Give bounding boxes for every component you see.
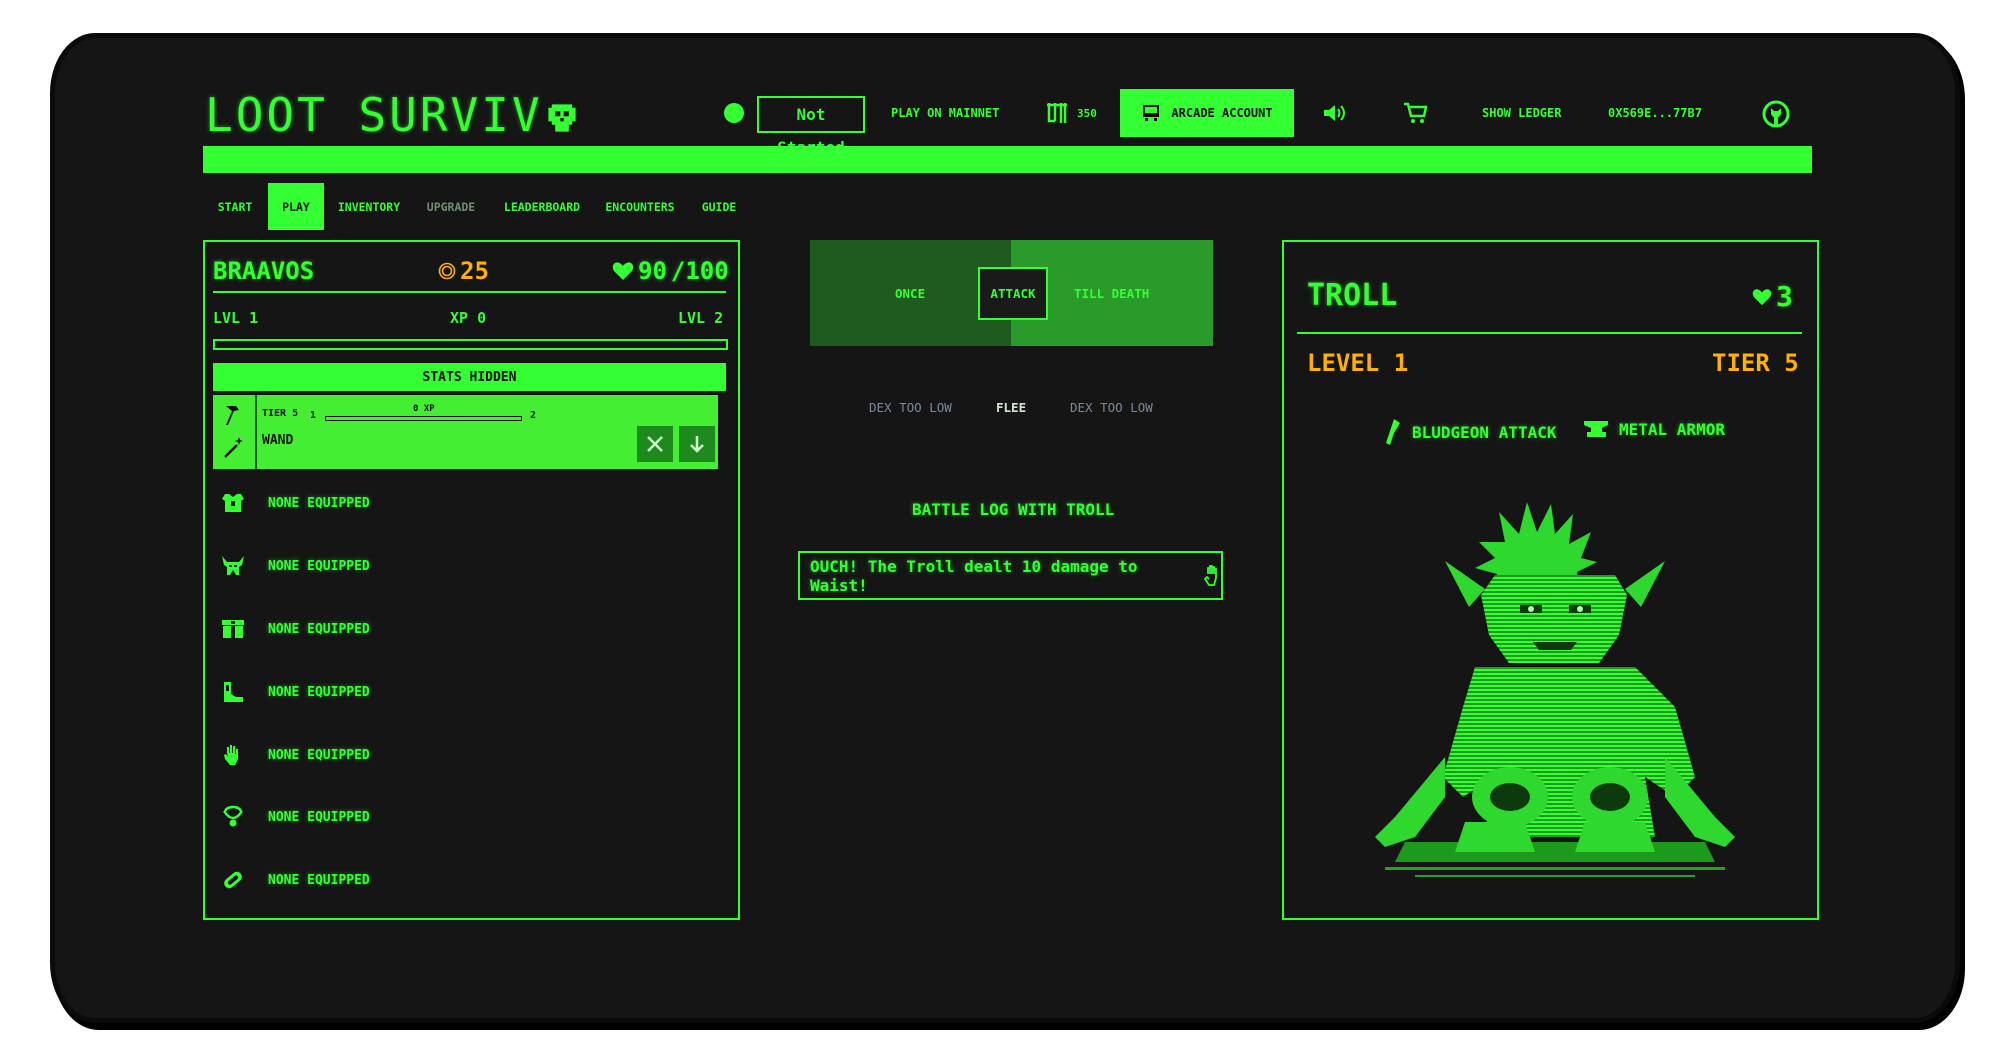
slot-waist[interactable]: NONE EQUIPPED — [220, 613, 370, 645]
play-on-mainnet-link[interactable]: PLAY ON MAINNET — [891, 106, 999, 120]
beast-armor-type: METAL ARMOR — [1583, 418, 1725, 440]
weapon-level-to: 2 — [530, 410, 537, 421]
weapon-xp: 0 XP — [413, 404, 435, 414]
github-icon[interactable] — [1761, 99, 1791, 129]
beast-attack-type: BLUDGEON ATTACK — [1380, 418, 1557, 446]
swords-icon — [647, 436, 663, 452]
tab-inventory[interactable]: INVENTORY — [330, 183, 408, 230]
divider — [1297, 332, 1802, 334]
xp-label: XP 0 — [450, 309, 487, 327]
swap-weapon-button[interactable] — [637, 426, 673, 462]
slot-chest[interactable]: NONE EQUIPPED — [220, 487, 370, 519]
tab-play[interactable]: PLAY — [268, 183, 324, 230]
beast-tier: TIER 5 — [1712, 349, 1799, 377]
cart-icon[interactable] — [1403, 101, 1429, 125]
xp-progress-bar — [213, 339, 728, 350]
game-status-badge: Not Started — [757, 96, 865, 157]
wand-icon — [222, 435, 246, 459]
weapon-card-divider — [255, 395, 257, 469]
slot-head[interactable]: NONE EQUIPPED — [220, 550, 370, 582]
attack-till-death-button[interactable]: TILL DEATH — [1074, 286, 1149, 301]
weapon-name: WAND — [262, 433, 294, 448]
beast-level: LEVEL 1 — [1307, 349, 1409, 377]
tab-encounters[interactable]: ENCOUNTERS — [598, 183, 682, 230]
status-indicator-icon — [724, 103, 744, 123]
arrow-down-icon — [690, 436, 704, 453]
adventurer-name: BRAAVOS — [213, 257, 315, 285]
beast-health: 3 — [1752, 280, 1793, 313]
divider — [213, 291, 726, 293]
skull-logo-icon — [545, 101, 579, 135]
arcade-icon — [1141, 103, 1161, 123]
battle-log-title: BATTLE LOG WITH TROLL — [912, 500, 1115, 519]
drop-weapon-button[interactable] — [679, 426, 715, 462]
lords-icon — [1045, 101, 1069, 125]
foot-icon — [220, 679, 246, 705]
tab-upgrade[interactable]: UPGRADE — [416, 183, 486, 230]
slot-ring[interactable]: NONE EQUIPPED — [220, 864, 370, 896]
flee-button[interactable]: FLEE — [996, 400, 1026, 415]
arcade-account-button[interactable]: ARCADE ACCOUNT — [1120, 89, 1294, 137]
next-level: LVL 2 — [678, 309, 724, 327]
heart-icon — [1752, 288, 1772, 306]
tab-start[interactable]: START — [207, 183, 263, 230]
tab-leaderboard[interactable]: LEADERBOARD — [497, 183, 587, 230]
coin-icon — [438, 262, 456, 280]
gold-counter: 25 — [438, 257, 489, 285]
stats-hidden-banner[interactable]: STATS HIDDEN — [213, 363, 726, 391]
adventurer-health: 90/100 — [612, 257, 729, 285]
slot-hand[interactable]: NONE EQUIPPED — [220, 739, 370, 771]
bludgeon-icon — [1380, 418, 1402, 446]
weapon-tier: TIER 5 — [262, 408, 299, 419]
header-progress-bar — [203, 146, 1812, 173]
tab-guide[interactable]: GUIDE — [694, 183, 744, 230]
lords-balance[interactable]: 350 — [1045, 101, 1097, 125]
sound-toggle-icon[interactable] — [1322, 103, 1348, 123]
wallet-address[interactable]: 0X569E...77B7 — [1608, 106, 1702, 120]
waist-icon — [220, 616, 246, 642]
helmet-icon — [220, 553, 246, 579]
battle-log-entry: OUCH! The Troll dealt 10 damage to Waist… — [798, 551, 1223, 600]
troll-image — [1345, 497, 1765, 892]
hand-icon — [220, 742, 246, 768]
beast-name: TROLL — [1307, 278, 1398, 313]
current-level: LVL 1 — [213, 309, 259, 327]
ring-icon — [220, 867, 246, 893]
heart-icon — [612, 261, 634, 281]
slot-foot[interactable]: NONE EQUIPPED — [220, 676, 370, 708]
anvil-icon — [1583, 418, 1609, 440]
weapon-level-from: 1 — [310, 410, 317, 421]
flee-once-disabled: DEX TOO LOW — [869, 400, 952, 415]
show-ledger-link[interactable]: SHOW LEDGER — [1482, 106, 1561, 120]
waist-hit-icon — [1203, 564, 1221, 587]
neck-icon — [220, 804, 246, 830]
flee-till-death-disabled: DEX TOO LOW — [1070, 400, 1153, 415]
weapon-slot-icon — [222, 403, 246, 427]
chest-armor-icon — [220, 490, 246, 516]
app-title: LOOT SURVIV — [205, 88, 579, 142]
weapon-xp-bar — [325, 416, 522, 421]
attack-button[interactable]: ATTACK — [978, 267, 1048, 320]
attack-once-button[interactable]: ONCE — [895, 286, 925, 301]
slot-neck[interactable]: NONE EQUIPPED — [220, 801, 370, 833]
